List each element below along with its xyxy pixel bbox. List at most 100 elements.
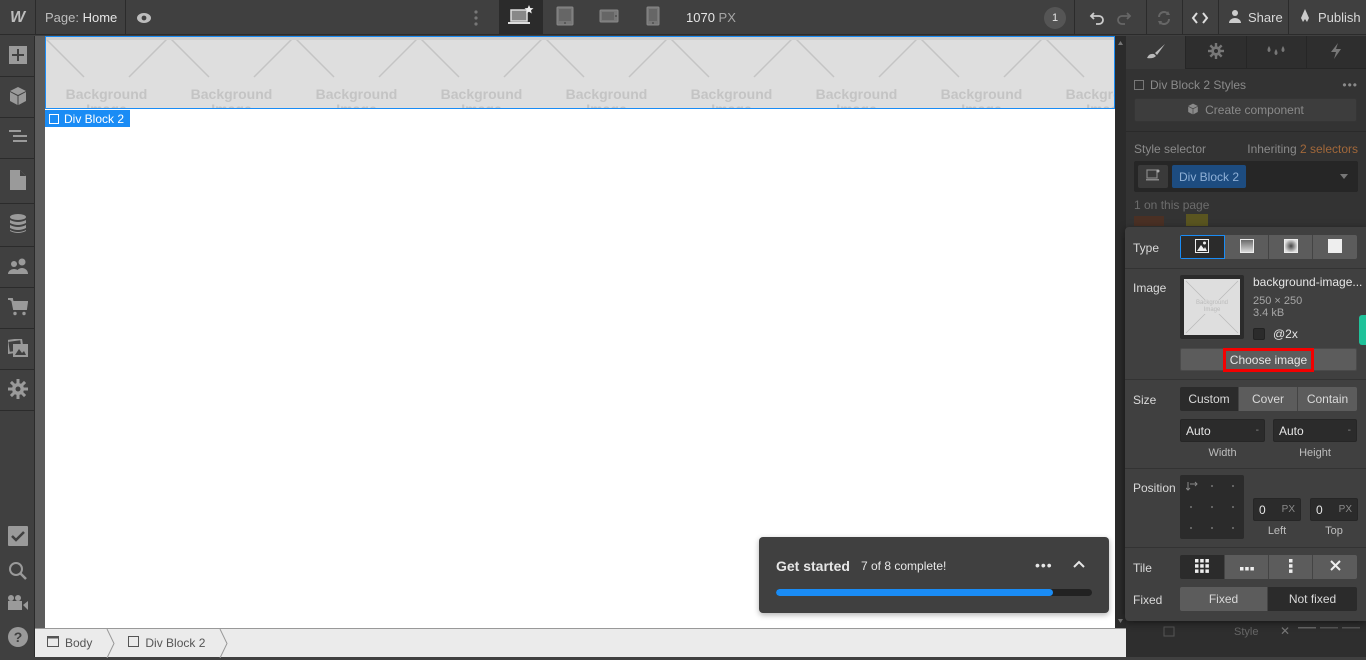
drops-icon <box>1265 44 1287 61</box>
retina-checkbox[interactable] <box>1253 328 1265 340</box>
tab-swatches[interactable] <box>1246 36 1307 69</box>
divider <box>1125 379 1366 380</box>
background-image-tile: BackgroundImage <box>919 37 1044 108</box>
styles-title: Div Block 2 Styles <box>1150 78 1247 92</box>
ecommerce-panel-button[interactable] <box>0 288 35 329</box>
tab-interactions[interactable] <box>1306 36 1366 69</box>
type-radial-gradient-button[interactable] <box>1269 235 1313 259</box>
webflow-logo[interactable]: W <box>0 0 35 35</box>
fixed-button[interactable]: Fixed <box>1180 587 1268 611</box>
tab-settings[interactable] <box>1186 36 1247 69</box>
tab-style[interactable] <box>1126 36 1187 69</box>
plus-icon <box>8 45 27 67</box>
add-panel-button[interactable] <box>0 36 35 77</box>
tile-repeat-x-button[interactable] <box>1225 555 1269 579</box>
divider <box>1218 0 1219 35</box>
chevron-down-icon[interactable] <box>1340 174 1348 179</box>
share-button[interactable]: Share <box>1228 0 1283 35</box>
inheriting-info[interactable]: Inheriting 2 selectors <box>1247 142 1358 156</box>
laptop-star-icon <box>507 5 535 30</box>
height-unit[interactable]: - <box>1348 425 1351 436</box>
breadcrumb-item-div-block-2[interactable]: Div Block 2 <box>116 629 219 658</box>
choose-image-button[interactable]: Choose image <box>1180 347 1357 372</box>
background-image-tile: BackgroundImage <box>544 37 669 108</box>
cube-icon <box>1187 103 1199 118</box>
device-tablet-button[interactable] <box>543 0 587 35</box>
cube-icon <box>8 86 28 109</box>
audit-panel-button[interactable] <box>0 517 35 558</box>
symbols-panel-button[interactable] <box>0 77 35 118</box>
position-origin-grid[interactable] <box>1180 475 1244 539</box>
left-offset-input[interactable]: 0 PX <box>1253 498 1301 521</box>
create-component-button[interactable]: Create component <box>1134 98 1357 122</box>
retina-toggle[interactable]: @2x <box>1253 327 1298 341</box>
image-preview: Background Image <box>1184 279 1240 335</box>
size-custom-button[interactable]: Custom <box>1180 387 1239 411</box>
background-image-tile: BackgroundImage <box>169 37 294 108</box>
tile-no-repeat-button[interactable] <box>1313 555 1357 579</box>
device-portrait-button[interactable] <box>631 0 675 35</box>
notification-badge[interactable]: 1 <box>1044 7 1066 29</box>
tile-text-2: Image <box>836 101 877 109</box>
undo-icon[interactable] <box>1087 8 1107 28</box>
sync-icon[interactable] <box>1154 8 1174 28</box>
top-unit[interactable]: PX <box>1339 504 1352 515</box>
help-button[interactable]: ? <box>0 619 35 657</box>
search-button[interactable] <box>0 558 35 586</box>
users-panel-button[interactable] <box>0 247 35 288</box>
div-block-2[interactable]: Background Image Background Image Background… <box>45 36 1115 109</box>
size-cover-button[interactable]: Cover <box>1239 387 1298 411</box>
top-label: Top <box>1325 525 1343 537</box>
breadcrumb-item-body[interactable]: Body <box>35 629 106 658</box>
divider <box>1125 547 1366 548</box>
type-linear-gradient-button[interactable] <box>1225 235 1269 259</box>
assets-panel-button[interactable] <box>0 329 35 370</box>
pages-panel-button[interactable] <box>0 159 35 204</box>
redo-icon[interactable] <box>1114 8 1134 28</box>
vertical-dots-icon[interactable] <box>470 8 482 28</box>
type-color-overlay-button[interactable] <box>1313 235 1357 259</box>
background-settings-popup: Type Image Background Image background-i… <box>1125 227 1366 621</box>
more-options-icon[interactable]: ••• <box>1342 78 1358 92</box>
eye-icon[interactable] <box>135 9 153 27</box>
more-options-icon[interactable]: ••• <box>1035 557 1053 573</box>
settings-panel-button[interactable] <box>0 370 35 411</box>
tile-text-2: Image <box>336 101 377 109</box>
selector-state-button[interactable] <box>1138 165 1168 188</box>
size-contain-button[interactable]: Contain <box>1298 387 1357 411</box>
width-input[interactable]: Auto - <box>1180 419 1265 442</box>
height-input[interactable]: Auto - <box>1273 419 1357 442</box>
top-bar: W Page: Home 1070 PX 1 Share Publish <box>0 0 1366 35</box>
device-desktop-button[interactable] <box>499 0 543 35</box>
left-unit[interactable]: PX <box>1282 504 1295 515</box>
width-unit[interactable]: - <box>1256 425 1259 436</box>
navigator-icon <box>8 129 27 148</box>
selector-chip[interactable]: Div Block 2 <box>1172 165 1247 188</box>
device-landscape-button[interactable] <box>587 0 631 35</box>
chevron-up-icon[interactable] <box>1072 559 1086 569</box>
not-fixed-button[interactable]: Not fixed <box>1268 587 1357 611</box>
publish-button[interactable]: Publish <box>1298 0 1361 35</box>
page-selector[interactable]: Page: Home <box>45 10 117 25</box>
share-label: Share <box>1248 10 1283 25</box>
cms-panel-button[interactable] <box>0 204 35 247</box>
tile-repeat-y-button[interactable] <box>1269 555 1313 579</box>
svg-text:✕: ✕ <box>1280 624 1290 638</box>
image-metadata: 250 × 250 3.4 kB <box>1253 295 1302 319</box>
tutorials-button[interactable] <box>0 586 35 622</box>
code-icon[interactable] <box>1190 8 1210 28</box>
tile-text-2: Image <box>461 101 502 109</box>
top-left-anchor-icon <box>1186 481 1198 491</box>
top-offset-input[interactable]: 0 PX <box>1310 498 1358 521</box>
style-selector-input[interactable]: Div Block 2 <box>1134 161 1358 192</box>
checkbox-icon <box>7 526 28 549</box>
tile-repeat-button[interactable] <box>1180 555 1225 579</box>
navigator-panel-button[interactable] <box>0 118 35 159</box>
page-name: Home <box>82 10 118 25</box>
canvas-width-unit: PX <box>718 10 736 25</box>
type-image-button[interactable] <box>1180 235 1225 259</box>
background-image-tile: BackgroundImage <box>419 37 544 109</box>
selected-element-label[interactable]: Div Block 2 <box>45 110 131 127</box>
monitor-icon <box>1146 169 1160 184</box>
image-thumbnail[interactable]: Background Image <box>1180 275 1244 339</box>
